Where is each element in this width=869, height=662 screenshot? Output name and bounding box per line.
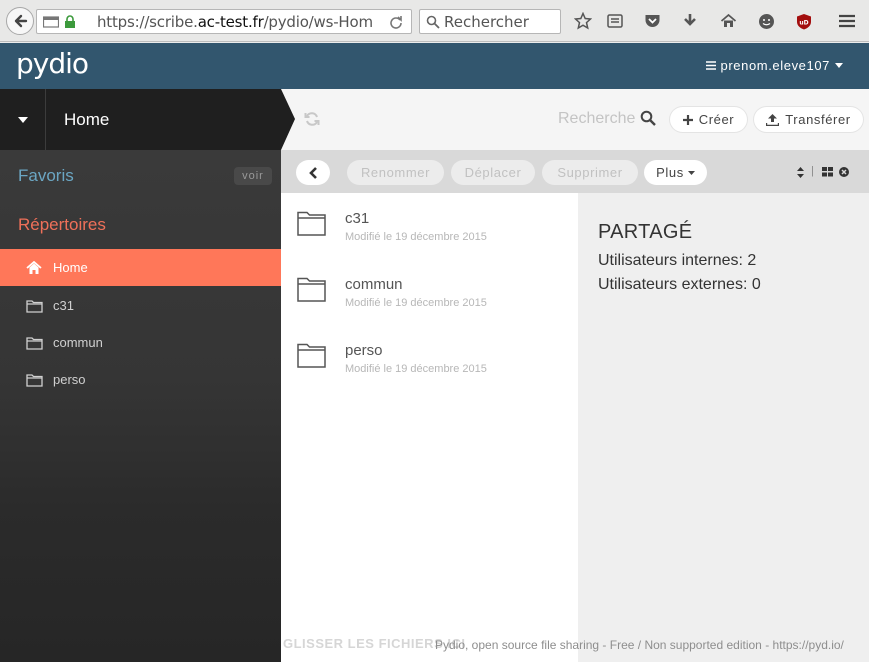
- reload-icon[interactable]: [389, 15, 403, 29]
- workspace-title: Home: [64, 110, 110, 129]
- move-button[interactable]: Déplacer: [451, 160, 535, 185]
- caret-down-icon: [687, 170, 695, 175]
- workspace-bar: Home: [0, 89, 281, 150]
- bookmark-star-icon[interactable]: [574, 12, 592, 30]
- menu-lines-icon: [705, 61, 716, 70]
- lock-icon: [65, 15, 75, 28]
- plus-icon: [682, 114, 693, 125]
- back-button[interactable]: [6, 7, 34, 35]
- create-button[interactable]: Créer: [670, 107, 747, 132]
- toolbar-separator: |: [811, 165, 814, 177]
- more-label: Plus: [656, 165, 684, 180]
- tree-item-perso[interactable]: perso: [0, 361, 281, 398]
- user-menu[interactable]: prenom.eleve107: [705, 58, 843, 73]
- arrow-left-icon: [14, 14, 28, 28]
- ublock-icon[interactable]: uD: [795, 12, 813, 30]
- upload-label: Transférer: [785, 112, 851, 127]
- file-name: commun: [345, 276, 403, 293]
- caret-down-icon: [17, 116, 28, 123]
- tree-item-label: commun: [53, 335, 103, 350]
- folder-icon: [297, 343, 326, 368]
- hamburger-menu-icon[interactable]: [838, 12, 856, 30]
- file-modified: Modifié le 19 décembre 2015: [345, 363, 487, 375]
- file-list: c31 Modifié le 19 décembre 2015 commun M…: [281, 193, 578, 662]
- tree-item-label: c31: [53, 298, 74, 313]
- download-icon[interactable]: [681, 12, 699, 30]
- tree-item-c31[interactable]: c31: [0, 287, 281, 324]
- search-icon[interactable]: [640, 110, 656, 131]
- username: prenom.eleve107: [720, 58, 830, 73]
- folder-icon: [24, 298, 44, 314]
- workspace-dropdown-toggle[interactable]: [0, 89, 46, 150]
- pocket-icon[interactable]: [643, 12, 661, 30]
- reading-list-icon[interactable]: [606, 12, 624, 30]
- display-mode-icon[interactable]: [822, 167, 833, 177]
- home-icon: [24, 260, 44, 276]
- info-title: PARTAGÉ: [598, 221, 693, 243]
- external-users: Utilisateurs externes: 0: [598, 276, 761, 293]
- url-bar[interactable]: https://scribe.ac-test.fr/pydio/ws-Hom: [36, 9, 412, 34]
- browser-search-field[interactable]: Rechercher: [419, 9, 561, 34]
- browser-search-placeholder: Rechercher: [444, 13, 529, 31]
- file-modified: Modifié le 19 décembre 2015: [345, 231, 487, 243]
- delete-button[interactable]: Supprimer: [542, 160, 638, 185]
- pydio-logo[interactable]: pydio: [16, 47, 89, 80]
- home-icon[interactable]: [719, 12, 737, 30]
- tree-item-commun[interactable]: commun: [0, 324, 281, 361]
- more-button[interactable]: Plus: [644, 160, 707, 185]
- upload-icon: [766, 113, 780, 126]
- file-row-commun[interactable]: commun Modifié le 19 décembre 2015: [281, 259, 578, 325]
- footer-text: Pydio, open source file sharing - Free /…: [435, 638, 844, 652]
- hello-chat-icon[interactable]: [757, 12, 775, 30]
- site-identity-icon[interactable]: [43, 15, 59, 28]
- search-field[interactable]: Recherche: [558, 110, 635, 128]
- browser-toolbar: https://scribe.ac-test.fr/pydio/ws-Hom R…: [0, 0, 869, 42]
- upload-button[interactable]: Transférer: [754, 107, 863, 132]
- workspace-bar-arrow: [281, 89, 295, 150]
- rename-button[interactable]: Renommer: [347, 160, 444, 185]
- chevron-left-icon: [308, 166, 317, 179]
- close-icon[interactable]: [839, 167, 849, 177]
- tree-item-home[interactable]: Home: [0, 249, 281, 286]
- tree-item-label: Home: [53, 260, 88, 275]
- file-row-perso[interactable]: perso Modifié le 19 décembre 2015: [281, 325, 578, 391]
- refresh-icon[interactable]: [304, 111, 320, 132]
- folder-icon: [297, 211, 326, 236]
- folder-icon: [297, 277, 326, 302]
- folder-icon: [24, 372, 44, 388]
- app-header: pydio prenom.eleve107: [0, 43, 869, 89]
- tree-item-label: perso: [53, 372, 86, 387]
- file-row-c31[interactable]: c31 Modifié le 19 décembre 2015: [281, 193, 578, 259]
- file-name: perso: [345, 342, 383, 359]
- repositories-heading: Répertoires: [18, 215, 106, 234]
- internal-users: Utilisateurs internes: 2: [598, 252, 757, 269]
- caret-down-icon: [835, 63, 843, 68]
- create-label: Créer: [698, 112, 735, 127]
- back-button[interactable]: [296, 160, 330, 185]
- url-text[interactable]: https://scribe.ac-test.fr/pydio/ws-Hom: [97, 13, 387, 31]
- file-name: c31: [345, 210, 370, 227]
- sort-icon[interactable]: [797, 167, 804, 178]
- favorites-view-button[interactable]: voir: [234, 167, 272, 185]
- left-panel: Home Favoris voir Répertoires Home c31 c…: [0, 89, 281, 662]
- action-toolbar: Renommer Déplacer Supprimer Plus |: [281, 150, 869, 193]
- info-panel: PARTAGÉ Utilisateurs internes: 2 Utilisa…: [578, 193, 869, 662]
- file-modified: Modifié le 19 décembre 2015: [345, 297, 487, 309]
- magnifier-icon: [426, 15, 440, 29]
- folder-icon: [24, 335, 44, 351]
- svg-text:uD: uD: [799, 19, 808, 26]
- favorites-heading: Favoris: [18, 166, 74, 185]
